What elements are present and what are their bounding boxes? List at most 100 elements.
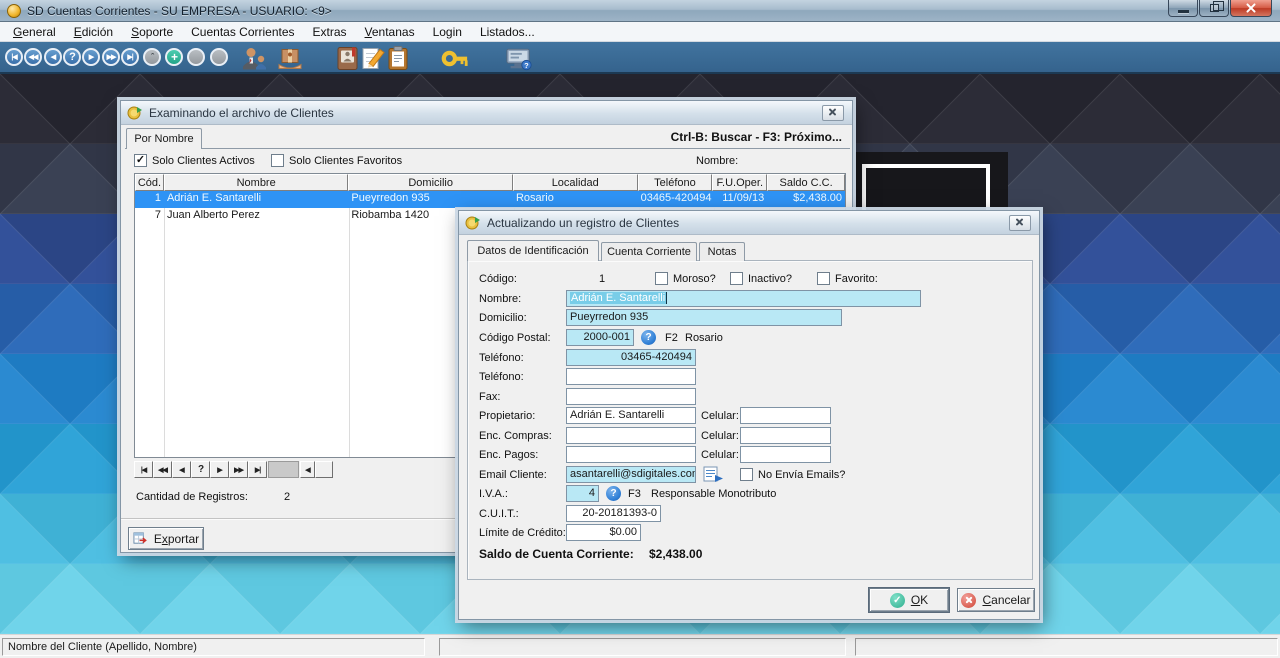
grid-line [349, 208, 350, 457]
record-count-value: 2 [284, 491, 290, 503]
nombre-label: Nombre: [479, 293, 521, 305]
enc-pagos-field[interactable] [566, 446, 696, 463]
column-header-fuoper[interactable]: F.U.Oper. [712, 174, 767, 191]
no-emails-checkbox[interactable] [740, 468, 753, 481]
menu-general[interactable]: General [4, 23, 65, 41]
restore-button[interactable] [1199, 0, 1229, 17]
nav-search-button[interactable]: ? [63, 48, 81, 66]
support-button[interactable]: ? [505, 45, 533, 72]
add-record-button[interactable]: + [165, 48, 183, 66]
nav-fast-next-button[interactable]: ▶▶ [102, 48, 120, 66]
inactivo-checkbox[interactable] [730, 272, 743, 285]
send-email-button[interactable] [703, 466, 724, 486]
table-row-selected[interactable]: 1 Adrián E. Santarelli Pueyrredon 935 Ro… [135, 191, 845, 208]
articles-button[interactable] [276, 45, 304, 72]
nav-first-button[interactable]: |◀ [5, 48, 23, 66]
cuit-field[interactable]: 20-20181393-0 [566, 505, 661, 522]
address-book-icon [336, 45, 360, 72]
nav-next-icon: ▶ [217, 466, 221, 474]
grid-nav-fast-prev-button[interactable]: ◀◀ [153, 461, 172, 478]
telefono2-field[interactable] [566, 368, 696, 385]
propietario-label: Propietario: [479, 410, 535, 422]
help-badge-icon[interactable] [641, 330, 656, 345]
hscroll-left-button[interactable]: ◀ [300, 461, 315, 478]
grid-nav-fast-next-button[interactable]: ▶▶ [229, 461, 248, 478]
grid-nav-prev-button[interactable]: ◀ [172, 461, 191, 478]
fax-field[interactable] [566, 388, 696, 405]
contacts-button[interactable] [336, 45, 360, 72]
email-field[interactable]: asantarelli@sdigitales.com [566, 466, 696, 483]
client-edit-dialog: Actualizando un registro de Clientes Dat… [458, 210, 1040, 620]
menu-bar: General Edición Soporte Cuentas Corrient… [0, 22, 1280, 42]
celular3-field[interactable] [740, 446, 831, 463]
nav-last-button[interactable]: ▶| [121, 48, 139, 66]
tab-datos-identificacion[interactable]: Datos de Identificación [467, 240, 599, 261]
column-header-saldo[interactable]: Saldo C.C. [767, 174, 845, 191]
grid-nav-search-button[interactable]: ? [191, 461, 210, 478]
clipboard-button[interactable] [387, 45, 409, 72]
app-title: SD Cuentas Corrientes - SU EMPRESA - USU… [27, 4, 332, 18]
menu-login[interactable]: Login [424, 23, 471, 41]
nombre-field[interactable]: Adrián E. Santarelli [566, 290, 921, 307]
celular1-field[interactable] [740, 407, 831, 424]
editor-close-button[interactable] [1009, 215, 1031, 231]
favorite-clients-checkbox[interactable] [271, 154, 284, 167]
telefono1-field[interactable]: 03465-420494 [566, 349, 696, 366]
app-titlebar: SD Cuentas Corrientes - SU EMPRESA - USU… [0, 0, 1280, 22]
edit-document-button[interactable] [361, 45, 385, 72]
edit-icon [361, 45, 385, 72]
cp-localidad-text: Rosario [685, 332, 723, 344]
tab-por-nombre[interactable]: Por Nombre [126, 128, 202, 149]
tab-cuenta-corriente[interactable]: Cuenta Corriente [601, 242, 697, 261]
shortcut-hint: Ctrl-B: Buscar - F3: Próximo... [671, 130, 842, 144]
column-header-telefono[interactable]: Teléfono [638, 174, 713, 191]
propietario-field[interactable]: Adrián E. Santarelli [566, 407, 696, 424]
column-header-domicilio[interactable]: Domicilio [348, 174, 513, 191]
nav-fast-prev-button[interactable]: ◀◀ [24, 48, 42, 66]
browser-close-button[interactable] [822, 105, 844, 121]
minimize-button[interactable] [1168, 0, 1198, 17]
column-header-localidad[interactable]: Localidad [513, 174, 638, 191]
column-header-nombre[interactable]: Nombre [164, 174, 348, 191]
hscroll-thumb[interactable] [268, 461, 299, 478]
menu-listados[interactable]: Listados... [471, 23, 544, 41]
nav-fast-prev-icon: ◀◀ [158, 466, 167, 474]
help-badge-icon[interactable] [606, 486, 621, 501]
tab-label: Datos de Identificación [477, 245, 588, 257]
codigo-postal-field[interactable]: 2000-001 [566, 329, 634, 346]
menu-ventanas[interactable]: Ventanas [356, 23, 424, 41]
menu-cuentas-corrientes[interactable]: Cuentas Corrientes [182, 23, 303, 41]
close-button[interactable] [1230, 0, 1272, 17]
nav-prev-button[interactable]: ◀ [44, 48, 62, 66]
grid-nav-first-button[interactable]: |◀ [134, 461, 153, 478]
edit-record-button[interactable]: ˆ [143, 48, 161, 66]
column-header-cod[interactable]: Cód. [135, 174, 164, 191]
export-button[interactable]: Exportar [128, 527, 204, 550]
login-key-button[interactable] [441, 45, 469, 72]
enc-compras-label: Enc. Compras: [479, 430, 552, 442]
plus-icon: + [171, 50, 177, 64]
celular2-field[interactable] [740, 427, 831, 444]
menu-extras[interactable]: Extras [304, 23, 356, 41]
nav-next-button[interactable]: ▶ [82, 48, 100, 66]
domicilio-field[interactable]: Pueyrredon 935 [566, 309, 842, 326]
iva-field[interactable]: 4 [566, 485, 599, 502]
editor-title: Actualizando un registro de Clientes [487, 216, 679, 230]
svg-text:?: ? [524, 61, 529, 70]
hscroll-spacer-button[interactable] [315, 461, 333, 478]
favorito-checkbox[interactable] [817, 272, 830, 285]
export-icon [133, 531, 148, 546]
cancel-button[interactable]: Cancelar [957, 588, 1035, 612]
menu-soporte[interactable]: Soporte [122, 23, 182, 41]
grid-nav-last-button[interactable]: ▶| [248, 461, 267, 478]
cell-nombre: Adrián E. Santarelli [164, 191, 348, 208]
grid-nav-next-button[interactable]: ▶ [210, 461, 229, 478]
limite-credito-field[interactable]: $0.00 [566, 524, 641, 541]
menu-edicion[interactable]: Edición [65, 23, 122, 41]
enc-compras-field[interactable] [566, 427, 696, 444]
moroso-checkbox[interactable] [655, 272, 668, 285]
clients-button[interactable] [240, 45, 268, 72]
tab-notas[interactable]: Notas [699, 242, 745, 261]
active-clients-checkbox[interactable] [134, 154, 147, 167]
ok-button[interactable]: OK [869, 588, 949, 612]
